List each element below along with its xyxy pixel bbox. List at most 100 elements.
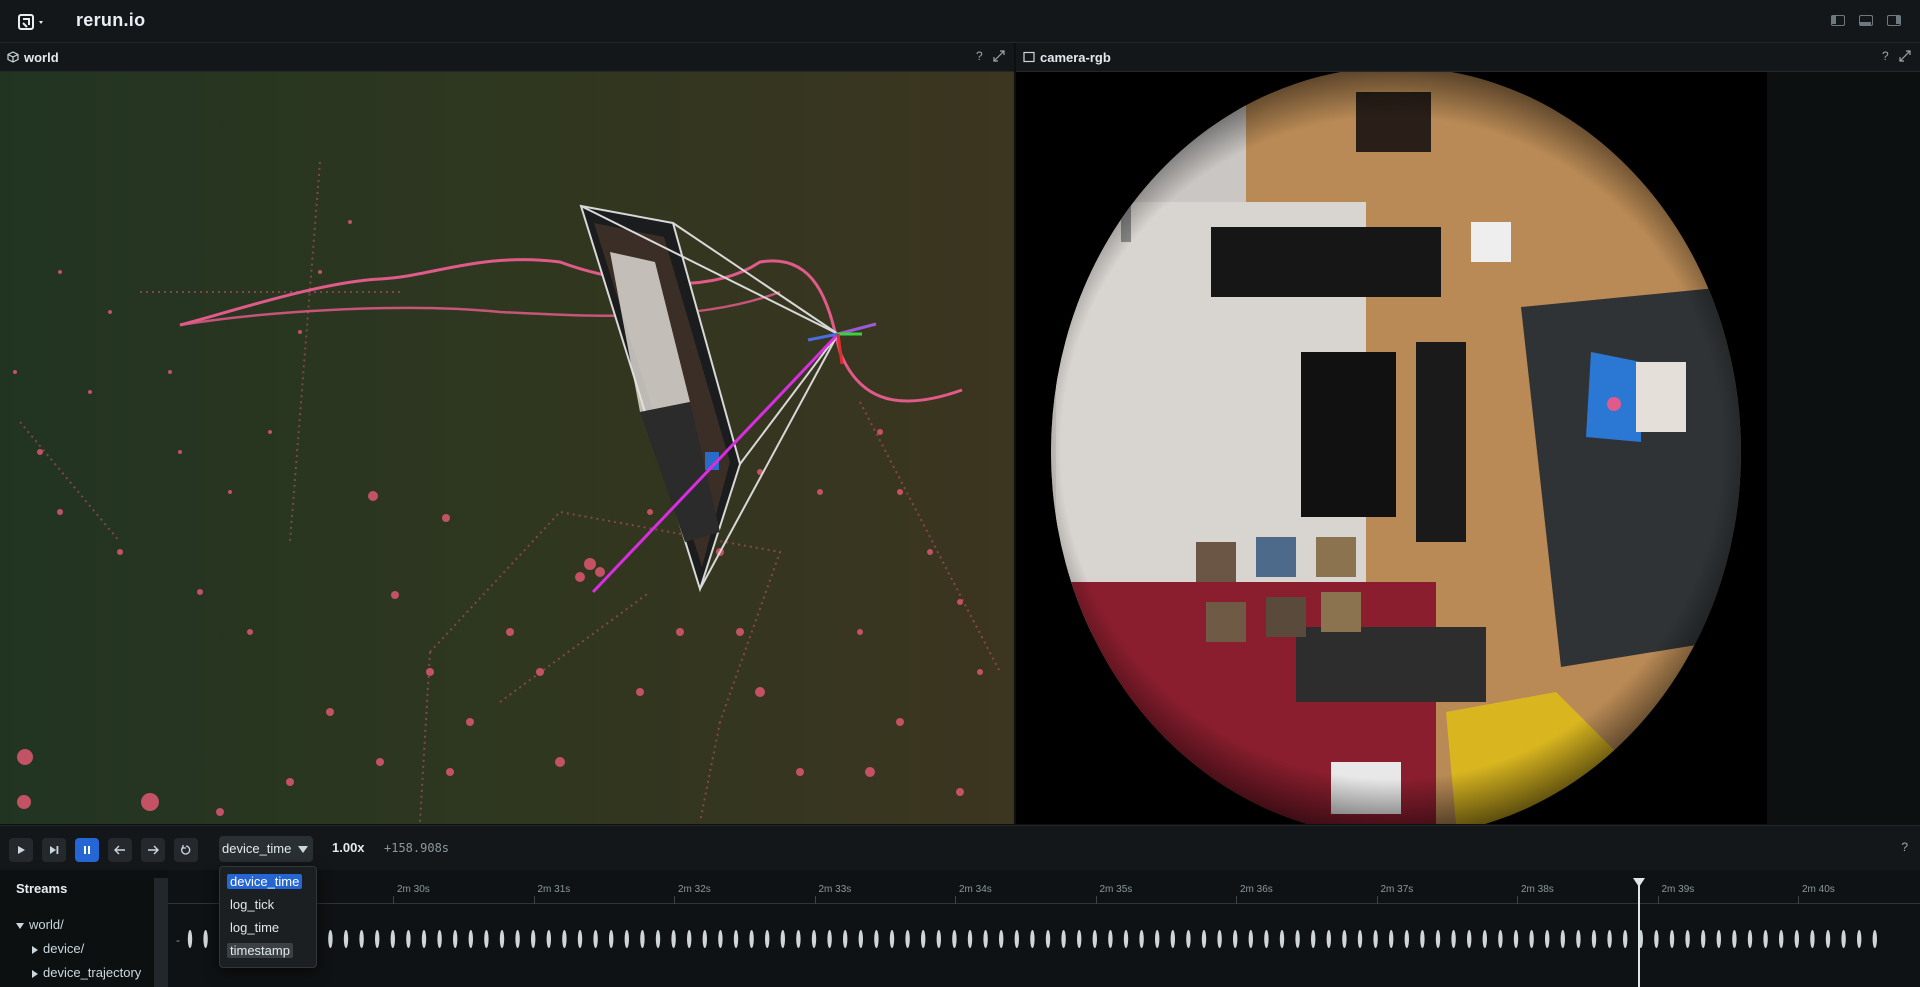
event-blip <box>1139 930 1144 948</box>
toggle-right-panel-button[interactable] <box>1887 15 1901 26</box>
playback-speed[interactable]: 1.00x <box>332 840 365 855</box>
event-blip <box>437 930 442 948</box>
event-blip <box>843 930 848 948</box>
event-blip <box>359 930 364 948</box>
loop-button[interactable] <box>174 838 198 862</box>
event-blip <box>375 930 380 948</box>
camera-help-button[interactable]: ? <box>1882 49 1889 63</box>
tick-mark <box>1236 896 1237 904</box>
play-button[interactable] <box>9 838 33 862</box>
trajectory-line <box>179 258 963 403</box>
event-blip <box>1311 930 1316 948</box>
pause-button[interactable] <box>75 838 99 862</box>
event-blip <box>1498 930 1503 948</box>
event-blip <box>1077 930 1082 948</box>
event-blip <box>1513 930 1519 948</box>
tick-label: 2m 38s <box>1521 884 1554 895</box>
arrow-right-icon <box>148 845 159 855</box>
app-title: rerun.io <box>76 10 146 30</box>
step-back-button[interactable] <box>108 838 132 862</box>
event-blip <box>765 930 770 948</box>
event-blip <box>780 930 785 948</box>
collapse-arrow-icon[interactable] <box>32 969 38 978</box>
tick-mark <box>533 896 535 904</box>
event-blip <box>1404 930 1410 948</box>
time-offset: +158.908s <box>384 841 450 855</box>
toggle-left-panel-button[interactable] <box>1831 15 1845 26</box>
event-blip <box>187 930 193 948</box>
event-blip <box>874 930 879 948</box>
timeline-dropdown: device_time log_tick log_time timestamp <box>219 866 317 968</box>
camera-frustum <box>579 204 877 594</box>
event-blip <box>328 930 333 948</box>
timeline-option-device-time[interactable]: device_time <box>227 874 303 889</box>
event-blip <box>1747 930 1753 948</box>
event-blip <box>1529 930 1534 948</box>
event-density-track[interactable]: - <box>168 924 1920 954</box>
event-blip <box>967 930 973 948</box>
event-blip <box>1092 930 1097 948</box>
event-blip <box>1014 930 1019 948</box>
world-help-button[interactable]: ? <box>976 49 983 63</box>
rerun-logo-icon[interactable] <box>18 13 48 31</box>
event-blip <box>1482 930 1488 948</box>
event-blip <box>889 930 895 948</box>
event-blip <box>1825 930 1831 948</box>
time-cursor[interactable] <box>1638 880 1640 987</box>
timeline-option-timestamp[interactable]: timestamp <box>227 943 293 958</box>
event-blip <box>499 930 505 948</box>
event-blip <box>983 930 988 948</box>
time-axis[interactable]: 2m 30s 2m 31s 2m 32s 2m 33s 2m 34s 2m 35s 2m 3… <box>168 870 1920 987</box>
event-blip <box>905 930 910 948</box>
tick-label: 2m 40s <box>1802 884 1835 895</box>
track-minus-marker: - <box>176 933 180 947</box>
event-blip <box>1061 930 1066 948</box>
toggle-bottom-panel-button[interactable] <box>1859 15 1873 26</box>
event-blip <box>1342 930 1347 948</box>
step-forward-icon <box>50 846 59 854</box>
event-blip <box>1248 930 1254 948</box>
tick-mark <box>814 896 816 904</box>
caret-down-icon <box>298 846 308 853</box>
collapse-arrow-icon[interactable] <box>32 945 38 954</box>
stream-item-device-trajectory[interactable]: device_trajectory <box>32 965 141 980</box>
event-blip <box>1451 930 1456 948</box>
event-blip <box>1155 930 1160 948</box>
timeline-controls: device_time 1.00x +158.908s ? <box>0 825 1920 871</box>
event-blip <box>1872 930 1878 948</box>
expand-arrow-icon[interactable] <box>16 922 24 929</box>
tick-label: 2m 34s <box>959 884 992 895</box>
world-3d-viewport[interactable] <box>0 72 1014 824</box>
camera-rgb-viewport[interactable] <box>1016 72 1920 824</box>
tick-label: 2m 32s <box>678 884 711 895</box>
step-next-button[interactable] <box>141 838 165 862</box>
event-blip <box>1030 930 1035 948</box>
step-forward-button[interactable] <box>42 838 66 862</box>
timeline-help-button[interactable]: ? <box>1901 840 1908 854</box>
camera-rgb-image <box>1016 72 1767 824</box>
event-blip <box>1389 930 1394 948</box>
timeline-selector[interactable]: device_time <box>219 836 313 862</box>
timeline-option-log-time[interactable]: log_time <box>227 920 282 935</box>
streams-scrollbar[interactable] <box>154 878 168 987</box>
event-blip <box>1326 930 1332 948</box>
timeline-option-log-tick[interactable]: log_tick <box>227 897 277 912</box>
event-blip <box>936 930 941 948</box>
event-blip <box>1623 930 1628 948</box>
world-view-title: world <box>24 50 59 65</box>
stream-item-device[interactable]: device/ <box>32 941 84 956</box>
event-blip <box>1841 930 1846 948</box>
loop-icon <box>181 845 191 855</box>
point-cloud <box>13 220 983 816</box>
maximize-icon[interactable] <box>993 50 1005 62</box>
stream-item-world[interactable]: world/ <box>16 917 64 932</box>
maximize-icon[interactable] <box>1899 50 1911 62</box>
event-blip <box>749 930 754 948</box>
fisheye-frame <box>1016 72 1767 824</box>
time-cursor-handle[interactable] <box>1633 878 1645 887</box>
event-blip <box>1607 930 1612 948</box>
event-blip <box>421 930 427 948</box>
event-blip <box>921 930 926 948</box>
top-bar: rerun.io <box>0 0 1920 43</box>
tick-label: 2m 39s <box>1661 884 1695 895</box>
